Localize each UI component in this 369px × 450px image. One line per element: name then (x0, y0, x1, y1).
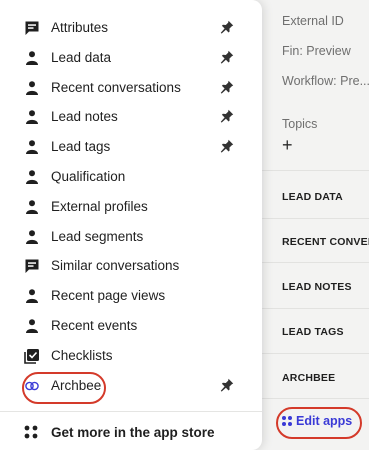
menu-item-external-profiles[interactable]: External profiles (0, 192, 262, 220)
menu-item-label: Lead segments (51, 228, 144, 244)
person-icon (24, 169, 40, 185)
menu-item-label: Recent events (51, 318, 138, 333)
divider (262, 170, 369, 171)
menu-item-label: Lead data (51, 49, 112, 65)
pin-icon[interactable] (220, 50, 234, 64)
menu-item-similar-conversations[interactable]: Similar conversations (0, 251, 262, 279)
highlight-circle (22, 372, 106, 404)
app-store-link[interactable]: Get more in the app store (0, 412, 262, 450)
menu-item-lead-notes[interactable]: Lead notes (0, 102, 262, 130)
menu-item-label: Similar conversations (51, 258, 180, 274)
section-lead-tags[interactable]: LEAD TAGS (282, 326, 344, 338)
menu-item-recent-conversations[interactable]: Recent conversations (0, 73, 262, 101)
person-icon (24, 199, 40, 215)
menu-item-label: Qualification (51, 169, 126, 184)
section-archbee[interactable]: ARCHBEE (282, 372, 335, 384)
menu-item-lead-segments[interactable]: Lead segments (0, 222, 262, 250)
field-fin-preview: Fin: Preview (282, 44, 351, 58)
menu-item-recent-page-views[interactable]: Recent page views (0, 281, 262, 309)
menu-item-lead-tags[interactable]: Lead tags (0, 132, 262, 160)
person-icon (24, 318, 40, 334)
field-external-id: External ID (282, 14, 344, 28)
menu-item-recent-events[interactable]: Recent events (0, 311, 262, 339)
person-icon (24, 80, 40, 96)
person-icon (24, 229, 40, 245)
section-lead-data[interactable]: LEAD DATA (282, 191, 343, 203)
pin-icon[interactable] (220, 109, 234, 123)
menu-item-label: Attributes (51, 20, 109, 35)
divider (262, 398, 369, 399)
person-icon (24, 139, 40, 155)
pin-icon[interactable] (220, 139, 234, 153)
topics-label: Topics (282, 117, 318, 131)
divider (262, 308, 369, 309)
menu-item-label: Lead notes (51, 109, 118, 125)
divider (262, 262, 369, 263)
divider (262, 353, 369, 354)
menu-item-label: Checklists (51, 347, 113, 363)
apps-grid-icon (24, 425, 38, 439)
pin-icon[interactable] (220, 378, 234, 392)
person-icon (24, 50, 40, 66)
add-topic-button[interactable]: + (282, 135, 293, 156)
person-icon (24, 109, 40, 125)
divider (262, 218, 369, 219)
menu-item-label: Recent conversations (51, 79, 181, 95)
menu-item-label: Lead tags (51, 139, 111, 155)
pin-icon[interactable] (220, 20, 234, 34)
menu-item-label: External profiles (51, 198, 148, 214)
chat-square-icon (24, 20, 40, 36)
chat-square-icon (24, 258, 40, 274)
highlight-circle (276, 407, 362, 439)
apps-menu: Attributes Lead data Recent conversations L… (0, 0, 262, 450)
menu-item-checklists[interactable]: Checklists (0, 341, 262, 369)
menu-item-label: Recent page views (51, 288, 166, 304)
menu-item-qualification[interactable]: Qualification (0, 162, 262, 190)
menu-item-lead-data[interactable]: Lead data (0, 43, 262, 71)
pin-icon[interactable] (220, 80, 234, 94)
field-workflow-preview: Workflow: Pre... (282, 74, 369, 88)
section-recent-conversations[interactable]: RECENT CONVEF (282, 236, 369, 248)
checklist-icon (24, 348, 40, 364)
menu-item-attributes[interactable]: Attributes (0, 13, 262, 41)
app-store-label: Get more in the app store (51, 425, 215, 440)
person-icon (24, 288, 40, 304)
section-lead-notes[interactable]: LEAD NOTES (282, 281, 352, 293)
